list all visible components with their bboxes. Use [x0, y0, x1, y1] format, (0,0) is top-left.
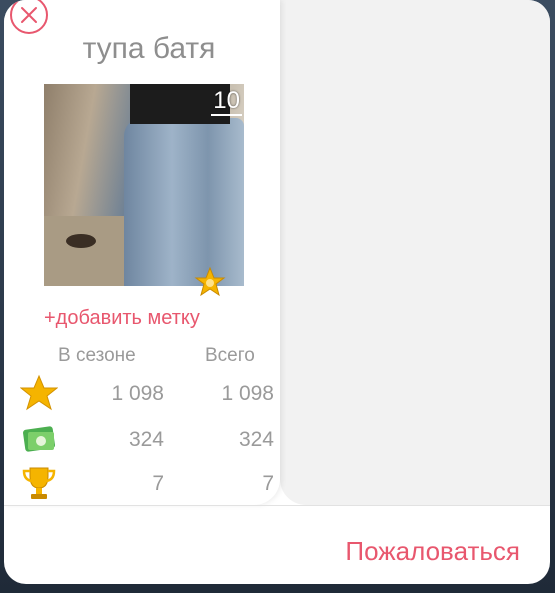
profile-panel: тупа батя 10 +добавить метку В сезоне Вс…	[4, 0, 280, 505]
stat-total-value: 324	[238, 428, 274, 451]
stats-header-total: Всего	[205, 345, 255, 366]
stat-season-value: 1 098	[111, 382, 164, 405]
close-button[interactable]	[10, 0, 48, 34]
report-button[interactable]: Пожаловаться	[345, 536, 520, 567]
stats-row-money: 324 324	[4, 420, 280, 460]
sheriff-badge-icon[interactable]	[194, 266, 226, 298]
stat-season-value: 324	[128, 428, 164, 451]
stats-header-season: В сезоне	[58, 345, 136, 366]
footer-divider	[4, 505, 550, 506]
photo-count: 10	[211, 87, 242, 116]
close-icon	[21, 7, 37, 23]
money-icon	[23, 426, 55, 452]
trophy-icon	[22, 467, 56, 499]
stat-season-value: 7	[152, 472, 164, 495]
stats-row-stars: 1 098 1 098	[4, 374, 280, 414]
star-icon	[20, 374, 58, 411]
stat-total-value: 1 098	[221, 382, 274, 405]
profile-card: 0 3 0	[4, 0, 550, 584]
stats-row-trophies: 7 7	[4, 464, 280, 504]
stat-total-value: 7	[262, 472, 274, 495]
profile-photo[interactable]: 10	[44, 84, 244, 286]
profile-username: тупа батя	[82, 32, 216, 65]
achievements-panel[interactable]: 0 3 0	[280, 0, 550, 505]
add-tag-link[interactable]: +добавить метку	[44, 307, 200, 330]
